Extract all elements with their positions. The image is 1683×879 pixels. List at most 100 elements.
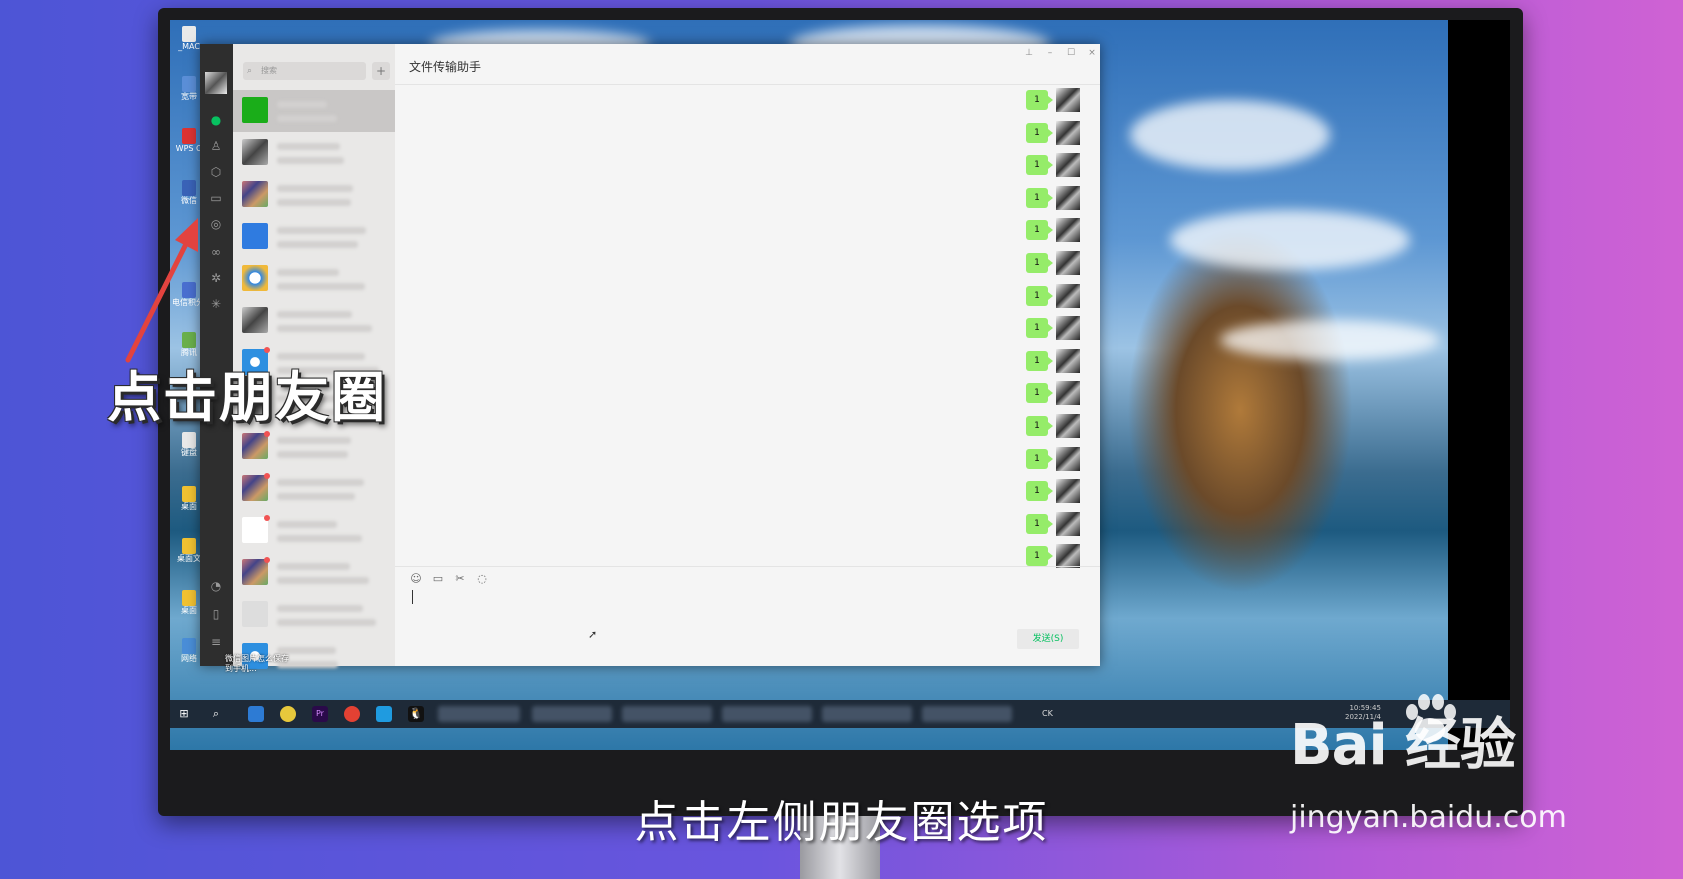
user-avatar[interactable] (205, 72, 227, 94)
miniapp-icon[interactable]: ◔ (208, 578, 224, 594)
sender-avatar[interactable] (1056, 185, 1080, 210)
sender-avatar[interactable] (1056, 251, 1080, 275)
add-button[interactable]: + (372, 62, 390, 80)
sender-avatar[interactable] (1056, 414, 1080, 438)
message-bubble[interactable]: 1 (1026, 513, 1053, 534)
message-bubble[interactable]: 1 (1026, 187, 1053, 208)
chat-list-item[interactable] (233, 510, 395, 552)
app-icon[interactable] (280, 706, 296, 722)
minimize-button[interactable]: – (1043, 48, 1057, 58)
chat-panel: 文件传输助手 ⊥ – ☐ × 1 1 1 1 1 1 1 1 1 1 1 1 1 1 1 ☺ ▭ ✂ ◌ 发… (395, 44, 1100, 666)
close-button[interactable]: × (1085, 48, 1099, 58)
chat-list-item[interactable] (233, 468, 395, 510)
message-bubble[interactable]: 1 (1026, 220, 1053, 241)
chat-list-item[interactable] (233, 426, 395, 468)
tray-indicator[interactable]: CK (1042, 709, 1053, 718)
chat-list-item[interactable] (233, 132, 395, 174)
taskbar-app[interactable] (922, 706, 1012, 722)
message-bubble[interactable]: 1 (1026, 350, 1053, 371)
sender-avatar[interactable] (1056, 511, 1080, 536)
message-bubble[interactable]: 1 (1026, 122, 1053, 143)
message-row[interactable]: 1 (1026, 479, 1080, 504)
message-row[interactable]: 1 (1026, 218, 1080, 243)
chrome-icon[interactable] (344, 706, 360, 722)
message-bubble[interactable]: 1 (1026, 448, 1053, 469)
channels-icon[interactable]: ∞ (208, 244, 224, 260)
moments-icon[interactable]: ◎ (208, 216, 224, 232)
favorites-icon[interactable]: ⬡ (208, 164, 224, 180)
search-icon[interactable]: ⌕ (208, 706, 224, 722)
message-row[interactable]: 1 (1026, 251, 1080, 275)
message-bubble[interactable]: 1 (1026, 546, 1053, 567)
windows-start-icon[interactable]: ⊞ (176, 706, 192, 722)
chat-name-blurred (277, 311, 352, 318)
message-row[interactable]: 1 (1026, 544, 1080, 569)
photos-icon[interactable] (248, 706, 264, 722)
message-row[interactable]: 1 (1026, 316, 1080, 341)
message-row[interactable]: 1 (1026, 511, 1080, 536)
chat-list-item[interactable] (233, 90, 395, 132)
message-row[interactable]: 1 (1026, 120, 1080, 145)
maximize-button[interactable]: ☐ (1064, 48, 1078, 58)
contacts-icon[interactable]: ♙ (208, 138, 224, 154)
message-bubble[interactable]: 1 (1026, 90, 1053, 110)
message-bubble[interactable]: 1 (1026, 318, 1053, 339)
menu-icon[interactable]: ≡ (208, 634, 224, 650)
message-row[interactable]: 1 (1026, 414, 1080, 438)
chat-list-item[interactable] (233, 300, 395, 342)
message-row[interactable]: 1 (1026, 381, 1080, 406)
watermark-url: jingyan.baidu.com (1290, 800, 1567, 835)
chat-list-item[interactable] (233, 552, 395, 594)
chat-list-item[interactable] (233, 258, 395, 300)
sender-avatar[interactable] (1056, 316, 1080, 341)
taskbar-app[interactable] (532, 706, 612, 722)
files-icon[interactable]: ▭ (208, 190, 224, 206)
search-icon[interactable]: ✲ (208, 270, 224, 286)
send-button[interactable]: 发送(S) (1017, 629, 1079, 649)
message-bubble[interactable]: 1 (1026, 481, 1053, 502)
sender-avatar[interactable] (1056, 381, 1080, 406)
premiere-icon[interactable]: Pr (312, 706, 328, 722)
message-bubble[interactable]: 1 (1026, 416, 1053, 436)
chat-list-item[interactable] (233, 174, 395, 216)
search-input[interactable]: ⌕ 搜索 (243, 62, 366, 80)
contact-avatar (242, 601, 268, 627)
sender-avatar[interactable] (1056, 88, 1080, 112)
phone-icon[interactable]: ▯ (208, 606, 224, 622)
emoji-icon[interactable]: ☺ (409, 572, 423, 585)
sender-avatar[interactable] (1056, 283, 1080, 308)
message-bubble[interactable]: 1 (1026, 383, 1053, 404)
message-row[interactable]: 1 (1026, 348, 1080, 373)
sender-avatar[interactable] (1056, 120, 1080, 145)
mini-programs-icon[interactable]: ✳ (208, 296, 224, 312)
sender-avatar[interactable] (1056, 479, 1080, 504)
sender-avatar[interactable] (1056, 544, 1080, 569)
pin-button[interactable]: ⊥ (1022, 48, 1036, 58)
sender-avatar[interactable] (1056, 218, 1080, 243)
taskbar-app[interactable] (822, 706, 912, 722)
folder-icon[interactable]: ▭ (431, 572, 445, 585)
sender-avatar[interactable] (1056, 153, 1080, 178)
chat-icon[interactable]: ● (208, 112, 224, 128)
message-bubble[interactable]: 1 (1026, 155, 1053, 176)
text-input[interactable] (412, 590, 413, 604)
chat-list-item[interactable] (233, 594, 395, 636)
message-bubble[interactable]: 1 (1026, 253, 1053, 273)
sender-avatar[interactable] (1056, 348, 1080, 373)
taskbar-app[interactable] (622, 706, 712, 722)
message-row[interactable]: 1 (1026, 88, 1080, 112)
scissors-icon[interactable]: ✂ (453, 572, 467, 585)
taskbar-app[interactable] (438, 706, 520, 722)
sender-avatar[interactable] (1056, 446, 1080, 471)
chat-list-item[interactable] (233, 216, 395, 258)
chat-name-blurred (277, 479, 364, 486)
qq-icon[interactable]: 🐧 (408, 706, 424, 722)
message-row[interactable]: 1 (1026, 153, 1080, 178)
taskbar-app[interactable] (722, 706, 812, 722)
message-row[interactable]: 1 (1026, 446, 1080, 471)
message-row[interactable]: 1 (1026, 283, 1080, 308)
message-row[interactable]: 1 (1026, 185, 1080, 210)
browser-icon[interactable] (376, 706, 392, 722)
chat-history-icon[interactable]: ◌ (475, 572, 489, 585)
message-bubble[interactable]: 1 (1026, 285, 1053, 306)
